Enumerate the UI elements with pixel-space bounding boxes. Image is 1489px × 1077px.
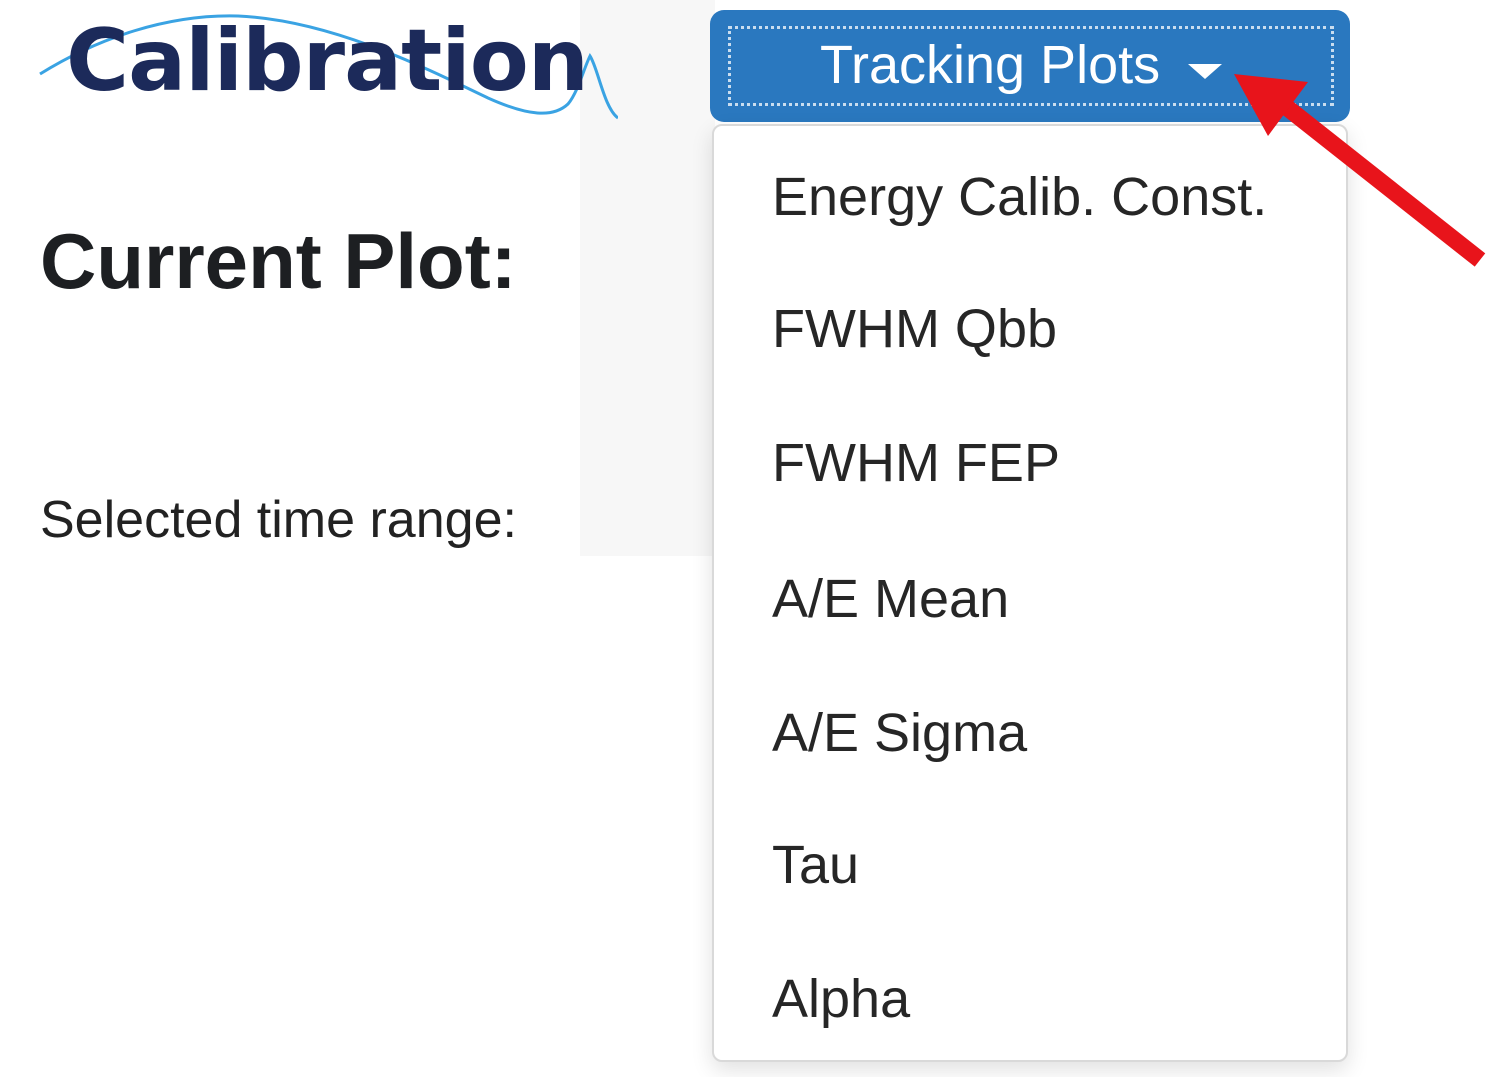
menu-item-energy-calib-const[interactable]: Energy Calib. Const.: [772, 170, 1267, 224]
current-plot-heading: Current Plot:: [40, 217, 517, 305]
menu-item-fwhm-qbb[interactable]: FWHM Qbb: [772, 302, 1057, 356]
menu-item-fwhm-fep[interactable]: FWHM FEP: [772, 436, 1060, 490]
menu-item-ae-sigma[interactable]: A/E Sigma: [772, 706, 1027, 760]
page: Calibration Current Plot: Selected time …: [0, 0, 1489, 1077]
calibration-logo: Calibration: [38, 8, 618, 128]
red-arrow-annotation-icon: [1234, 74, 1486, 267]
dropdown-label: Tracking Plots: [820, 35, 1161, 95]
time-range-label: Selected time range:: [40, 491, 517, 549]
logo-text: Calibration: [66, 11, 589, 111]
menu-item-alpha[interactable]: Alpha: [772, 972, 910, 1026]
menu-item-tau[interactable]: Tau: [772, 838, 859, 892]
menu-item-ae-mean[interactable]: A/E Mean: [772, 572, 1009, 626]
